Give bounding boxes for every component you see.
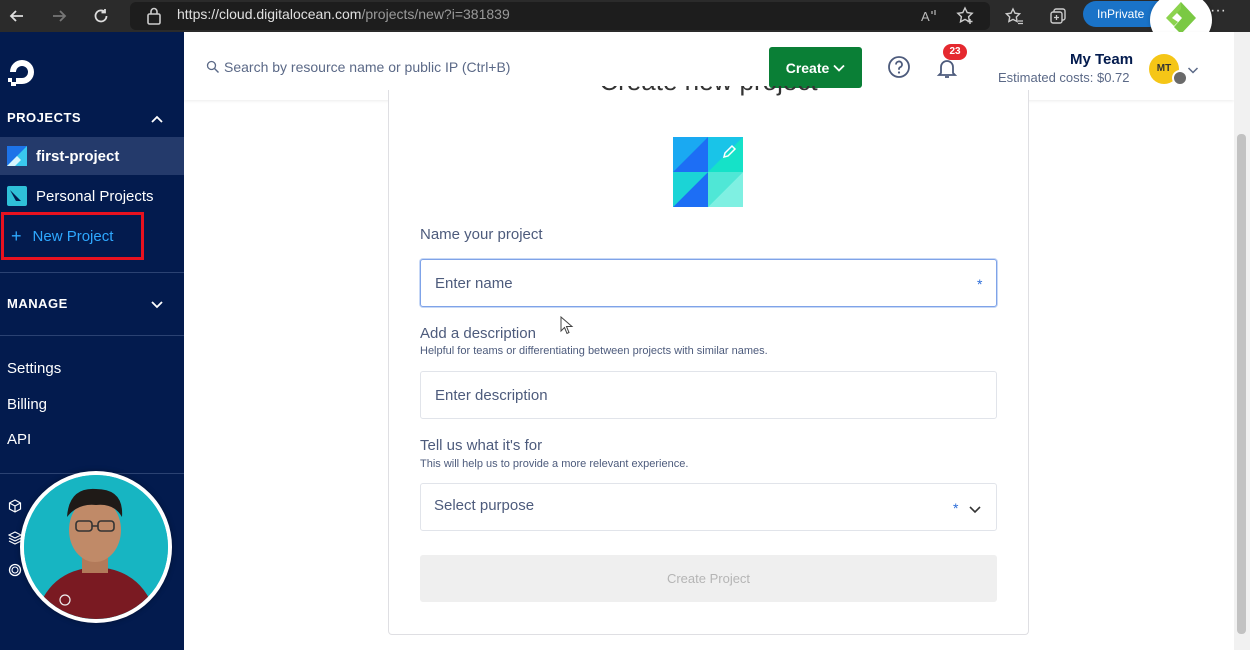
chevron-down-icon xyxy=(833,64,845,72)
chevron-down-icon[interactable] xyxy=(1187,62,1199,74)
favorite-icon[interactable] xyxy=(953,4,977,28)
chevron-down-icon[interactable] xyxy=(968,502,982,514)
chevron-up-icon[interactable] xyxy=(150,111,164,123)
more-icon[interactable]: ··· xyxy=(1210,2,1226,20)
back-icon[interactable] xyxy=(4,3,30,29)
project-name-input[interactable] xyxy=(420,259,997,307)
circle-icon[interactable] xyxy=(8,563,22,577)
search-input[interactable] xyxy=(224,54,644,80)
description-label: Add a description xyxy=(420,325,536,342)
digitalocean-logo-icon[interactable] xyxy=(6,56,38,88)
sidebar-item-personal-projects[interactable]: Personal Projects xyxy=(0,177,184,215)
purpose-help: This will help us to provide a more rele… xyxy=(420,458,689,470)
name-label: Name your project xyxy=(420,226,543,243)
manage-heading[interactable]: MANAGE xyxy=(7,296,68,311)
divider xyxy=(0,335,184,336)
estimated-costs: Estimated costs: $0.72 xyxy=(998,70,1130,85)
mouse-cursor-icon xyxy=(560,315,574,336)
sidebar-item-label: first-project xyxy=(36,147,120,165)
new-project-label: New Project xyxy=(32,227,114,245)
search-icon xyxy=(206,60,220,74)
page-title: Create new project xyxy=(388,86,1029,100)
notification-badge[interactable]: 23 xyxy=(943,44,967,60)
sidebar-item-api[interactable]: API xyxy=(7,431,31,448)
new-project-button[interactable]: + New Project xyxy=(1,212,144,260)
favorites-icon[interactable] xyxy=(1002,4,1026,28)
webcam-overlay xyxy=(20,471,172,623)
forward-icon[interactable] xyxy=(46,3,72,29)
project-icon xyxy=(7,186,27,206)
required-indicator: * xyxy=(977,276,983,292)
lock-icon[interactable] xyxy=(146,6,162,26)
description-help: Helpful for teams or differentiating bet… xyxy=(420,345,768,357)
sidebar-item-first-project[interactable]: first-project xyxy=(0,137,184,175)
sidebar-item-billing[interactable]: Billing xyxy=(7,396,47,413)
project-description-input[interactable] xyxy=(420,371,997,419)
purpose-label: Tell us what it's for xyxy=(420,437,543,454)
required-indicator: * xyxy=(953,500,959,516)
url-text[interactable]: https://cloud.digitalocean.com/projects/… xyxy=(177,6,510,22)
chevron-down-icon[interactable] xyxy=(150,297,164,309)
plus-icon: + xyxy=(11,225,22,246)
read-aloud-icon[interactable]: A xyxy=(918,4,942,28)
presenter-video-icon xyxy=(24,475,168,619)
sidebar-item-label: Personal Projects xyxy=(36,187,154,205)
create-project-button[interactable]: Create Project xyxy=(420,555,997,602)
help-icon[interactable] xyxy=(887,55,911,79)
divider xyxy=(0,272,184,273)
projects-heading[interactable]: PROJECTS xyxy=(7,110,81,125)
team-name[interactable]: My Team xyxy=(1070,51,1133,68)
project-icon xyxy=(7,146,27,166)
cube-icon[interactable] xyxy=(8,499,22,513)
create-button[interactable]: Create xyxy=(769,47,862,88)
refresh-icon[interactable] xyxy=(88,3,114,29)
purpose-select-value[interactable]: Select purpose xyxy=(434,497,534,514)
sidebar-item-settings[interactable]: Settings xyxy=(7,360,61,377)
collections-icon[interactable] xyxy=(1046,4,1070,28)
project-avatar-icon[interactable] xyxy=(673,137,743,207)
user-avatar-icon xyxy=(1172,70,1188,86)
svg-text:A: A xyxy=(921,9,930,24)
scrollbar-thumb[interactable] xyxy=(1237,134,1246,634)
create-button-label: Create xyxy=(785,59,830,76)
